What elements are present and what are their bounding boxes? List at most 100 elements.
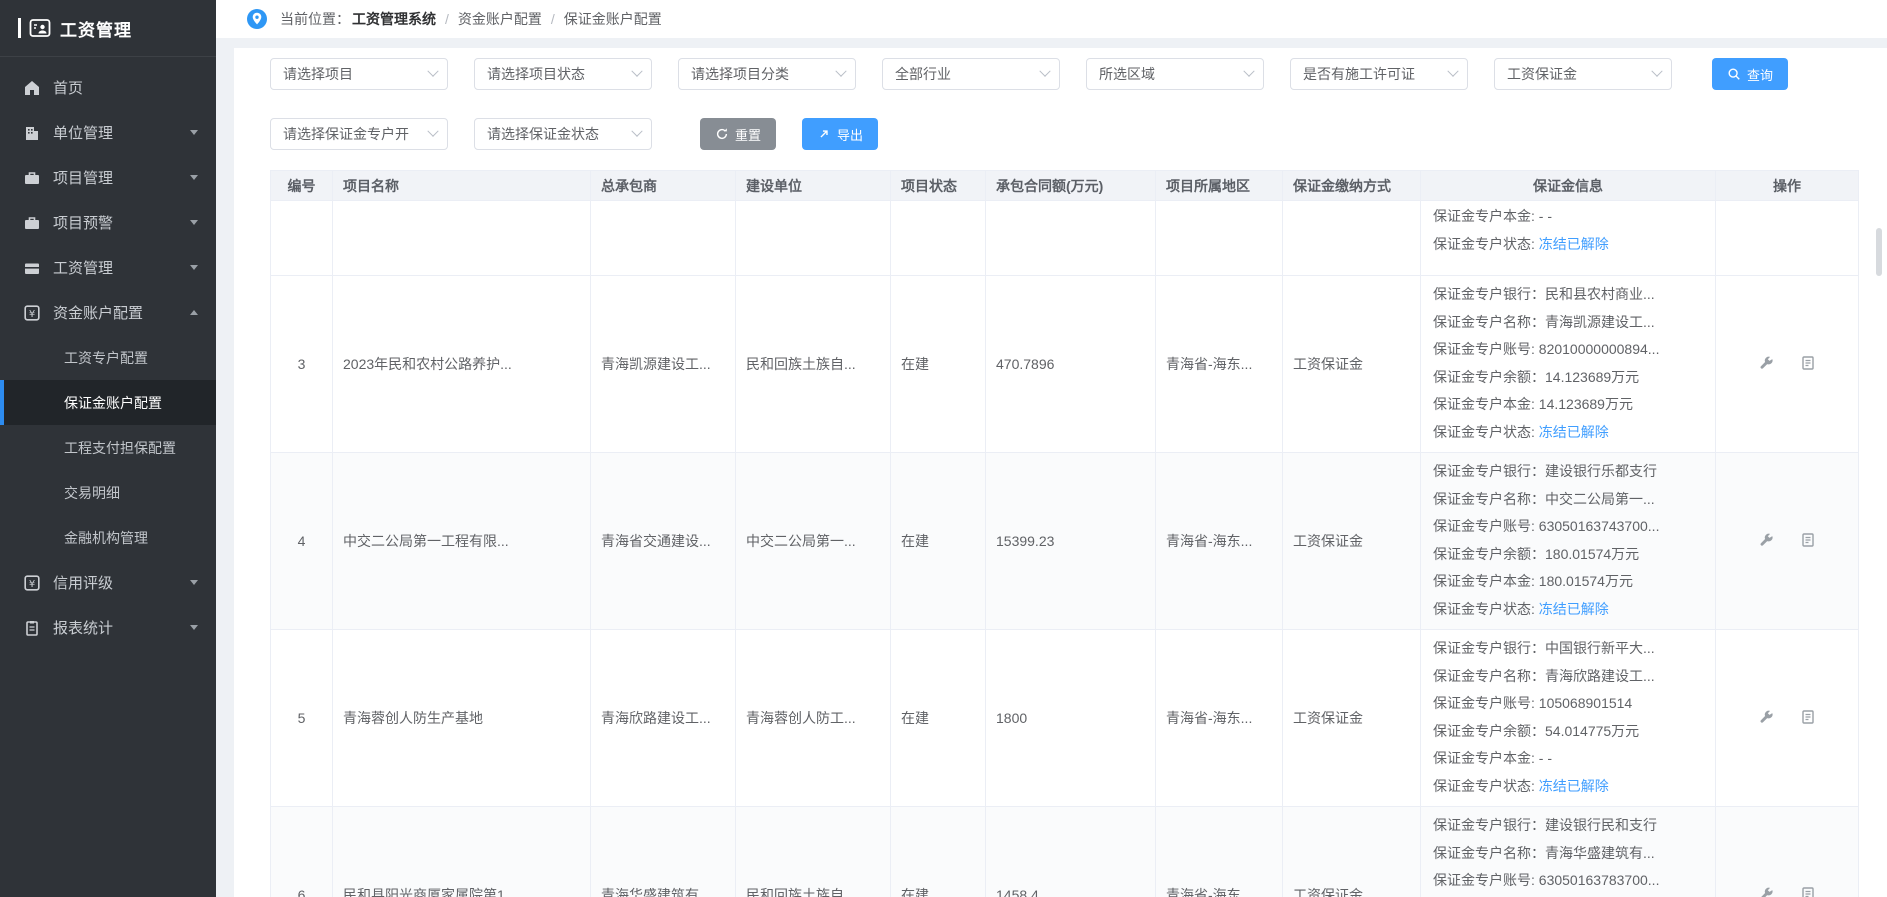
sidebar-item-credit-rating[interactable]: ¥ 信用评级: [0, 560, 216, 605]
filter-row-2: 请选择保证金专户开 请选择保证金状态 重置 导出: [270, 118, 878, 150]
status-link[interactable]: 冻结已解除: [1539, 236, 1609, 252]
sidebar-subitem-wage-special-account[interactable]: 工资专户配置: [0, 335, 216, 380]
main-area: 当前位置： 工资管理系统 / 资金账户配置 / 保证金账户配置 请选择项目 请选…: [216, 0, 1887, 897]
app-logo: 工资管理: [0, 0, 216, 57]
briefcase-icon: [23, 214, 41, 232]
yuan-square-icon: ¥: [23, 304, 41, 322]
wrench-icon[interactable]: [1758, 532, 1774, 551]
table-row: 3 2023年民和农村公路养护... 青海凯源建设工... 民和回族土族自...…: [271, 276, 1859, 453]
cell-actions: [1716, 276, 1859, 453]
sidebar-item-report-statistics[interactable]: 报表统计: [0, 605, 216, 650]
cell-deposit-info: 保证金专户银行：建设银行乐都支行 保证金专户名称：中交二公局第一... 保证金专…: [1421, 453, 1716, 630]
cell-deposit-info: 保证金专户银行：中国银行新平大... 保证金专户名称：青海欣路建设工... 保证…: [1421, 630, 1716, 807]
cell-project-name: 2023年民和农村公路养护...: [333, 276, 591, 453]
status-link[interactable]: 冻结已解除: [1539, 424, 1609, 440]
sidebar-item-fund-account-config[interactable]: ¥ 资金账户配置: [0, 290, 216, 335]
reset-button[interactable]: 重置: [700, 118, 776, 150]
caret-down-icon: [190, 265, 198, 270]
cell-no: [271, 201, 333, 276]
breadcrumb-separator: /: [445, 11, 449, 27]
table-header-row: 编号 项目名称 总承包商 建设单位 项目状态 承包合同额(万元) 项目所属地区 …: [271, 171, 1859, 201]
select-industry[interactable]: 全部行业: [882, 58, 1060, 90]
cell-amount: 1800: [986, 630, 1156, 807]
chevron-down-icon: [835, 66, 846, 77]
cell-deposit-info: 保证金专户本金: - - 保证金专户状态: 冻结已解除: [1421, 201, 1716, 276]
yuan-square-icon: ¥: [23, 574, 41, 592]
sidebar-item-label: 资金账户配置: [53, 302, 143, 323]
chevron-down-icon: [427, 126, 438, 137]
vertical-scrollbar-thumb[interactable]: [1876, 228, 1882, 276]
chevron-down-icon: [1243, 66, 1254, 77]
sidebar-item-project-management[interactable]: 项目管理: [0, 155, 216, 200]
cell-status: 在建: [891, 807, 986, 897]
header-status: 项目状态: [891, 171, 986, 201]
sidebar: 工资管理 首页 单位管理 项目管理: [0, 0, 216, 897]
sidebar-item-wage-management[interactable]: 工资管理: [0, 245, 216, 290]
cell-amount: 470.7896: [986, 276, 1156, 453]
select-deposit-status[interactable]: 请选择保证金状态: [474, 118, 652, 150]
filter-row-1: 请选择项目 请选择项目状态 请选择项目分类 全部行业 所选区域 是否有施工许可证: [270, 58, 1788, 90]
sidebar-subitem-deposit-account[interactable]: 保证金账户配置: [0, 380, 216, 425]
select-deposit-account-bank[interactable]: 请选择保证金专户开: [270, 118, 448, 150]
select-project-status[interactable]: 请选择项目状态: [474, 58, 652, 90]
sidebar-item-home[interactable]: 首页: [0, 65, 216, 110]
sidebar-subitem-payment-guarantee[interactable]: 工程支付担保配置: [0, 425, 216, 470]
cell-region: [1156, 201, 1283, 276]
document-icon[interactable]: [1800, 355, 1816, 374]
export-button[interactable]: 导出: [802, 118, 878, 150]
chevron-down-icon: [1447, 66, 1458, 77]
select-construction-permit[interactable]: 是否有施工许可证: [1290, 58, 1468, 90]
sidebar-item-project-warning[interactable]: 项目预警: [0, 200, 216, 245]
search-button[interactable]: 查询: [1712, 58, 1788, 90]
chevron-down-icon: [631, 126, 642, 137]
location-pin-icon: [246, 8, 268, 30]
cell-contractor: 青海欣路建设工...: [591, 630, 736, 807]
home-icon: [23, 79, 41, 97]
search-icon: [1727, 67, 1741, 81]
cell-status: 在建: [891, 453, 986, 630]
caret-down-icon: [190, 580, 198, 585]
sidebar-subitem-label: 工程支付担保配置: [64, 438, 176, 458]
sidebar-item-label: 单位管理: [53, 122, 113, 143]
wrench-icon[interactable]: [1758, 886, 1774, 897]
cell-region: 青海省-海东...: [1156, 453, 1283, 630]
cell-status: 在建: [891, 630, 986, 807]
header-method: 保证金缴纳方式: [1283, 171, 1421, 201]
breadcrumb-separator: /: [551, 11, 555, 27]
sidebar-item-label: 项目预警: [53, 212, 113, 233]
sidebar-subitem-financial-institution[interactable]: 金融机构管理: [0, 515, 216, 560]
status-link[interactable]: 冻结已解除: [1539, 601, 1609, 617]
sidebar-subitem-transaction-detail[interactable]: 交易明细: [0, 470, 216, 515]
select-project-category[interactable]: 请选择项目分类: [678, 58, 856, 90]
wrench-icon[interactable]: [1758, 709, 1774, 728]
breadcrumb-item[interactable]: 资金账户配置: [458, 9, 542, 29]
cell-no: 3: [271, 276, 333, 453]
document-icon[interactable]: [1800, 709, 1816, 728]
cell-method: 工资保证金: [1283, 630, 1421, 807]
select-region[interactable]: 所选区域: [1086, 58, 1264, 90]
status-link[interactable]: 冻结已解除: [1539, 778, 1609, 794]
cell-contractor: [591, 201, 736, 276]
wrench-icon[interactable]: [1758, 355, 1774, 374]
cell-region: 青海省-海东...: [1156, 276, 1283, 453]
cell-builder: 中交二公局第一...: [736, 453, 891, 630]
table-row: 5 青海蓉创人防生产基地 青海欣路建设工... 青海蓉创人防工... 在建 18…: [271, 630, 1859, 807]
sidebar-item-unit-management[interactable]: 单位管理: [0, 110, 216, 155]
header-contractor: 总承包商: [591, 171, 736, 201]
sidebar-item-label: 工资管理: [53, 257, 113, 278]
cell-project-name: 中交二公局第一工程有限...: [333, 453, 591, 630]
sidebar-subitem-label: 保证金账户配置: [64, 393, 162, 413]
select-deposit-type[interactable]: 工资保证金: [1494, 58, 1672, 90]
wallet-icon: [23, 259, 41, 277]
document-icon[interactable]: [1800, 532, 1816, 551]
breadcrumb-item[interactable]: 保证金账户配置: [564, 9, 662, 29]
cell-status: [891, 201, 986, 276]
caret-down-icon: [190, 130, 198, 135]
chevron-down-icon: [1651, 66, 1662, 77]
document-icon[interactable]: [1800, 886, 1816, 897]
svg-text:¥: ¥: [29, 579, 35, 590]
select-project[interactable]: 请选择项目: [270, 58, 448, 90]
deposit-table: 编号 项目名称 总承包商 建设单位 项目状态 承包合同额(万元) 项目所属地区 …: [270, 170, 1859, 897]
breadcrumb-root[interactable]: 工资管理系统: [352, 9, 436, 29]
header-region: 项目所属地区: [1156, 171, 1283, 201]
